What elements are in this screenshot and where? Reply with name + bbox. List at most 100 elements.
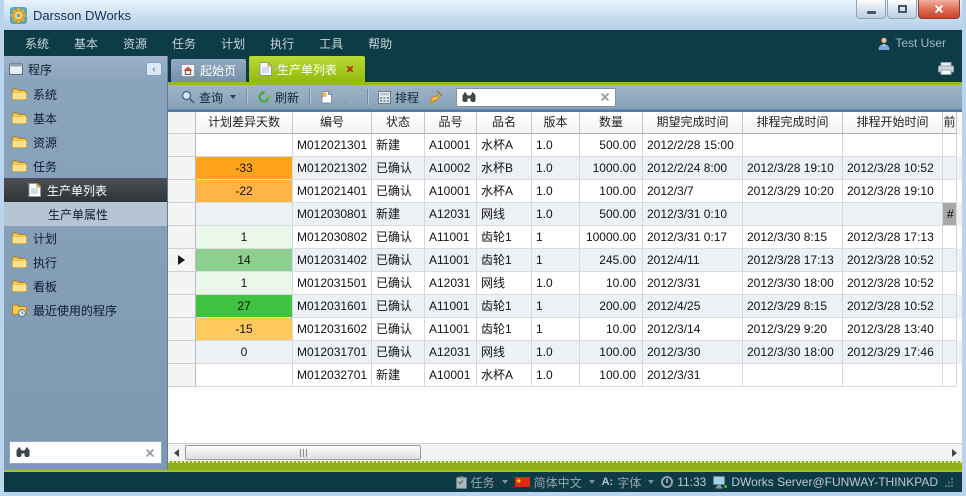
cell-item-no[interactable]: A10002 — [425, 157, 477, 180]
cell-qty[interactable]: 200.00 — [580, 295, 643, 318]
cell-expect-time[interactable]: 2012/3/31 — [643, 272, 743, 295]
cell-item-no[interactable]: A12031 — [425, 203, 477, 226]
cell-diff-days[interactable]: 27 — [196, 295, 293, 318]
column-header[interactable]: 数量 — [580, 112, 643, 134]
cell-sched-end[interactable]: 2012/3/30 8:15 — [743, 226, 843, 249]
cell-status[interactable]: 已确认 — [372, 341, 425, 364]
table-row[interactable]: 1M012030802已确认A11001齿轮1110000.002012/3/3… — [168, 226, 962, 249]
cell-item-name[interactable]: 齿轮1 — [477, 226, 532, 249]
cell-item-name[interactable]: 水杯A — [477, 180, 532, 203]
cell-sched-start[interactable]: 2012/3/28 13:40 — [843, 318, 943, 341]
column-header[interactable]: 编号 — [293, 112, 372, 134]
cell-expect-time[interactable]: 2012/3/31 0:10 — [643, 203, 743, 226]
cell-status[interactable]: 已确认 — [372, 318, 425, 341]
cell-item-name[interactable]: 网线 — [477, 341, 532, 364]
clear-search-icon[interactable] — [600, 92, 610, 102]
cell-item-no[interactable]: A10001 — [425, 134, 477, 157]
cell-version[interactable]: 1.0 — [532, 180, 580, 203]
column-header[interactable]: 前 — [943, 112, 957, 134]
status-font-menu[interactable]: A: 字体 — [602, 474, 655, 491]
cell-diff-days[interactable]: 1 — [196, 226, 293, 249]
cell-version[interactable]: 1.0 — [532, 341, 580, 364]
cell-status[interactable]: 新建 — [372, 134, 425, 157]
cell-overflow[interactable] — [943, 341, 957, 364]
cell-diff-days[interactable]: -15 — [196, 318, 293, 341]
cell-sched-end[interactable]: 2012/3/29 8:15 — [743, 295, 843, 318]
horizontal-scrollbar[interactable] — [168, 443, 962, 461]
sidebar-item[interactable]: 系统 — [4, 82, 167, 106]
cell-sched-end[interactable] — [743, 134, 843, 157]
sidebar-item[interactable]: 基本 — [4, 106, 167, 130]
column-header[interactable]: 排程开始时间 — [843, 112, 943, 134]
cell-version[interactable]: 1.0 — [532, 157, 580, 180]
sidebar-item[interactable]: 看板 — [4, 274, 167, 298]
cell-version[interactable]: 1.0 — [532, 364, 580, 387]
cell-item-no[interactable]: A12031 — [425, 341, 477, 364]
cell-sched-end[interactable]: 2012/3/28 19:10 — [743, 157, 843, 180]
cell-code[interactable]: M012021301 — [293, 134, 372, 157]
cell-sched-end[interactable]: 2012/3/28 17:13 — [743, 249, 843, 272]
cell-sched-end[interactable]: 2012/3/29 10:20 — [743, 180, 843, 203]
cell-item-no[interactable]: A11001 — [425, 295, 477, 318]
cell-overflow[interactable] — [943, 157, 957, 180]
row-selector[interactable] — [168, 364, 196, 387]
cell-diff-days[interactable]: -33 — [196, 157, 293, 180]
cell-status[interactable]: 已确认 — [372, 226, 425, 249]
toolbar-button-calculator[interactable]: 排程 — [373, 87, 424, 108]
table-row[interactable]: 27M012031601已确认A11001齿轮11200.002012/4/25… — [168, 295, 962, 318]
cell-expect-time[interactable]: 2012/3/31 — [643, 364, 743, 387]
menu-item[interactable]: 工具 — [310, 31, 352, 56]
cell-sched-start[interactable] — [843, 203, 943, 226]
cell-expect-time[interactable]: 2012/3/7 — [643, 180, 743, 203]
menu-item[interactable]: 系统 — [16, 31, 58, 56]
close-button[interactable] — [918, 0, 960, 19]
cell-overflow[interactable] — [943, 226, 957, 249]
cell-status[interactable]: 已确认 — [372, 249, 425, 272]
cell-expect-time[interactable]: 2012/2/28 15:00 — [643, 134, 743, 157]
cell-expect-time[interactable]: 2012/3/30 — [643, 341, 743, 364]
row-selector[interactable] — [168, 249, 196, 272]
cell-item-no[interactable]: A10001 — [425, 180, 477, 203]
cell-code[interactable]: M012030801 — [293, 203, 372, 226]
column-header[interactable]: 计划差异天数 — [196, 112, 293, 134]
cell-diff-days[interactable] — [196, 203, 293, 226]
menu-item[interactable]: 计划 — [212, 31, 254, 56]
sidebar-item[interactable]: 最近使用的程序 — [4, 298, 167, 322]
cell-code[interactable]: M012031402 — [293, 249, 372, 272]
table-row[interactable]: 14M012031402已确认A11001齿轮11245.002012/4/11… — [168, 249, 962, 272]
cell-overflow[interactable] — [943, 318, 957, 341]
cell-item-no[interactable]: A12031 — [425, 272, 477, 295]
menu-item[interactable]: 执行 — [261, 31, 303, 56]
row-selector[interactable] — [168, 203, 196, 226]
tab-active[interactable]: 生产单列表 — [249, 56, 365, 82]
cell-qty[interactable]: 100.00 — [580, 341, 643, 364]
column-header[interactable]: 版本 — [532, 112, 580, 134]
cell-status[interactable]: 新建 — [372, 203, 425, 226]
cell-diff-days[interactable]: 0 — [196, 341, 293, 364]
cell-item-name[interactable]: 水杯A — [477, 364, 532, 387]
cell-sched-end[interactable]: 2012/3/30 18:00 — [743, 341, 843, 364]
cell-item-no[interactable]: A11001 — [425, 226, 477, 249]
sidebar-item[interactable]: 资源 — [4, 130, 167, 154]
row-selector[interactable] — [168, 180, 196, 203]
toolbar-button-refresh[interactable]: 刷新 — [252, 87, 304, 108]
toolbar-button[interactable] — [338, 88, 362, 106]
maximize-button[interactable] — [887, 0, 917, 19]
cell-version[interactable]: 1.0 — [532, 134, 580, 157]
sidebar-item[interactable]: 任务 — [4, 154, 167, 178]
table-row[interactable]: M012032701新建A10001水杯A1.0100.002012/3/31 — [168, 364, 962, 387]
minimize-button[interactable] — [856, 0, 886, 19]
cell-qty[interactable]: 500.00 — [580, 134, 643, 157]
cell-diff-days[interactable]: 14 — [196, 249, 293, 272]
column-header[interactable]: 排程完成时间 — [743, 112, 843, 134]
cell-status[interactable]: 已确认 — [372, 272, 425, 295]
cell-item-no[interactable]: A11001 — [425, 249, 477, 272]
cell-qty[interactable]: 100.00 — [580, 364, 643, 387]
cell-sched-start[interactable] — [843, 364, 943, 387]
cell-code[interactable]: M012031501 — [293, 272, 372, 295]
cell-code[interactable]: M012031701 — [293, 341, 372, 364]
table-row[interactable]: M012030801新建A12031网线1.0500.002012/3/31 0… — [168, 203, 962, 226]
cell-sched-start[interactable]: 2012/3/28 10:52 — [843, 157, 943, 180]
cell-status[interactable]: 已确认 — [372, 180, 425, 203]
cell-item-no[interactable]: A11001 — [425, 318, 477, 341]
